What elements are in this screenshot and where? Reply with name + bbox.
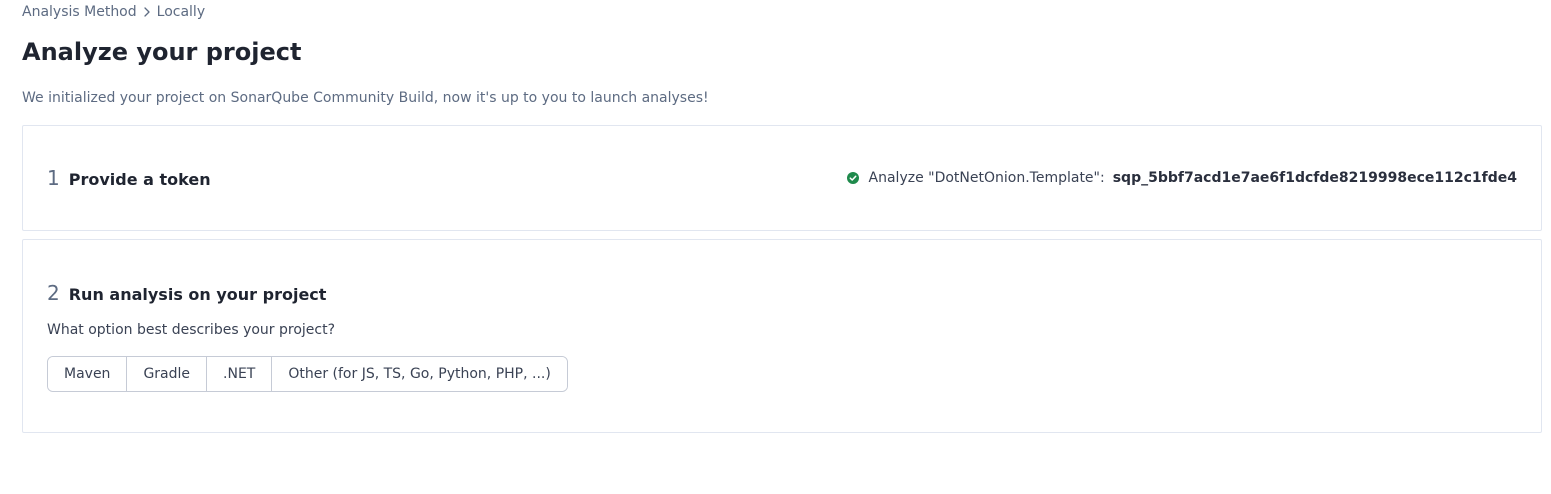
token-info: Analyze "DotNetOnion.Template": sqp_5bbf… — [846, 170, 1517, 186]
step-1-title: Provide a token — [68, 170, 211, 189]
step-1-number: 1 — [47, 166, 60, 190]
token-label: Analyze "DotNetOnion.Template": — [868, 170, 1105, 186]
step-1-header: 1 Provide a token — [47, 166, 211, 190]
check-circle-icon — [846, 172, 859, 184]
step-run-analysis-card: 2 Run analysis on your project What opti… — [22, 239, 1542, 433]
breadcrumb: Analysis Method Locally — [22, 4, 205, 20]
page-title: Analyze your project — [22, 38, 302, 66]
page-intro: We initialized your project on SonarQube… — [22, 90, 709, 106]
breadcrumb-locally: Locally — [156, 4, 206, 20]
option-dotnet-button[interactable]: .NET — [207, 357, 273, 391]
step-2-number: 2 — [47, 281, 60, 305]
step-provide-token-card: 1 Provide a token Analyze "DotNetOnion.T… — [22, 125, 1542, 231]
chevron-right-icon — [141, 6, 153, 18]
build-option-toggle-group: Maven Gradle .NET Other (for JS, TS, Go,… — [47, 356, 568, 392]
step-2-title: Run analysis on your project — [68, 285, 327, 304]
build-option-question: What option best describes your project? — [47, 322, 336, 338]
option-other-button[interactable]: Other (for JS, TS, Go, Python, PHP, ...) — [272, 357, 567, 391]
token-value: sqp_5bbf7acd1e7ae6f1dcfde8219998ece112c1… — [1112, 170, 1517, 186]
option-maven-button[interactable]: Maven — [48, 357, 128, 391]
page: Analysis Method Locally Analyze your pro… — [0, 0, 1551, 494]
breadcrumb-analysis-method[interactable]: Analysis Method — [22, 4, 137, 20]
step-2-header: 2 Run analysis on your project — [47, 281, 326, 305]
option-gradle-button[interactable]: Gradle — [127, 357, 208, 391]
